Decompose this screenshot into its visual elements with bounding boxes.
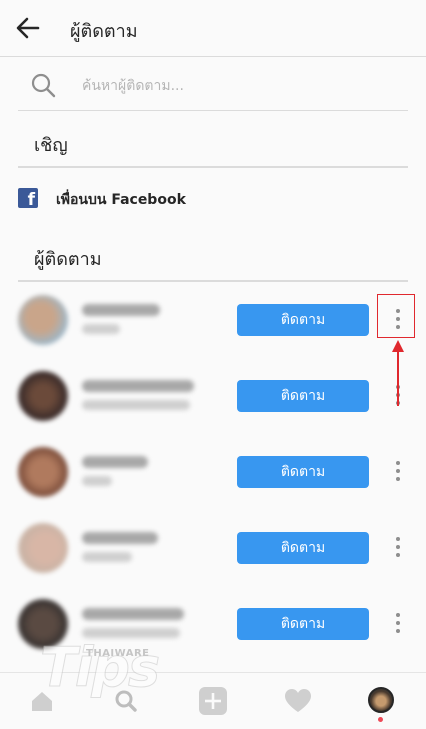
add-icon[interactable] [195,683,231,719]
top-bar: ผู้ติดตาม [0,0,426,57]
annotation-arrow-icon [392,340,404,406]
watermark-brand: THAIWARE [86,648,150,659]
notification-dot [378,717,383,722]
followers-list: ติดตาม ติดตาม ติดตาม ติดตาม ติดตาม [0,282,426,662]
username-blurred [82,304,160,316]
follow-button[interactable]: ติดตาม [237,532,369,564]
facebook-icon: f [18,188,38,210]
username-blurred [82,456,148,468]
follow-button[interactable]: ติดตาม [237,304,369,336]
follow-button[interactable]: ติดตาม [237,380,369,412]
username-blurred [82,532,158,544]
heart-icon[interactable] [280,683,316,719]
avatar[interactable] [18,447,68,497]
watermark-logo: Tips THAIWARE [6,636,160,726]
follower-row[interactable]: ติดตาม [0,434,426,510]
follower-row[interactable]: ติดตาม [0,282,426,358]
annotation-highlight-box [377,294,415,338]
fullname-blurred [82,400,190,410]
invite-section-header: เชิญ [18,118,408,168]
page-title: ผู้ติดตาม [70,21,138,42]
watermark-text: Tips [39,636,160,700]
more-options-icon[interactable] [389,533,407,563]
follower-row[interactable]: ติดตาม [0,510,426,586]
search-icon [31,73,56,98]
facebook-friends-label: เพื่อนบน Facebook [56,192,186,208]
follow-button[interactable]: ติดตาม [237,608,369,640]
followers-heading: ผู้ติดตาม [34,249,102,270]
follow-button[interactable]: ติดตาม [237,456,369,488]
more-options-icon[interactable] [389,609,407,639]
profile-avatar[interactable] [364,683,400,722]
search-input[interactable] [80,72,384,100]
username-blurred [82,380,194,392]
back-arrow-icon[interactable] [14,14,42,42]
avatar[interactable] [18,371,68,421]
follower-row[interactable]: ติดตาม [0,358,426,434]
more-options-icon[interactable] [389,457,407,487]
username-blurred [82,608,184,620]
invite-heading: เชิญ [34,135,68,156]
fullname-blurred [82,324,120,334]
avatar[interactable] [18,295,68,345]
fullname-blurred [82,552,132,562]
search-bar [18,60,408,111]
followers-section-header: ผู้ติดตาม [18,232,408,282]
facebook-friends-row[interactable]: f เพื่อนบน Facebook [0,172,426,224]
avatar[interactable] [18,523,68,573]
profile-avatar-image [368,687,394,713]
fullname-blurred [82,476,112,486]
